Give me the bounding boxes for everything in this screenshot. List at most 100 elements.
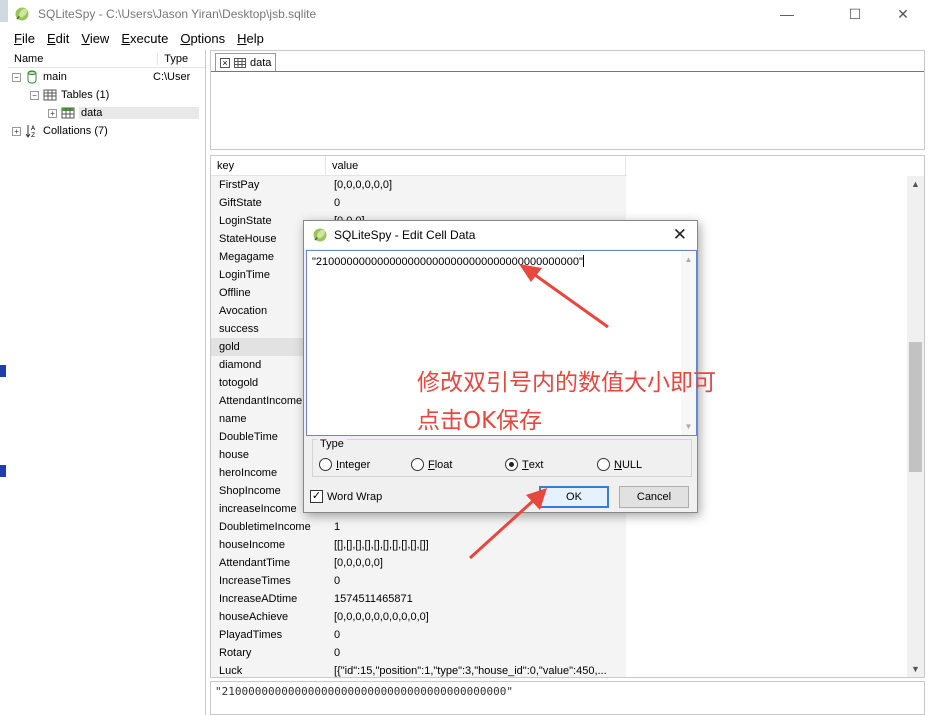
maximize-button[interactable]: ☐ [832, 0, 878, 28]
cell-key[interactable]: houseIncome [211, 536, 326, 554]
table-row[interactable]: GiftState 0 [211, 194, 627, 212]
cell-key[interactable]: PlayadTimes [211, 626, 326, 644]
tab-data[interactable]: × data [215, 53, 277, 71]
cancel-button[interactable]: Cancel [619, 486, 689, 508]
grid-col-value[interactable]: value [326, 156, 626, 175]
tree-col-type[interactable]: Type [157, 52, 205, 65]
cell-key[interactable]: DoubletimeIncome [211, 518, 326, 536]
cell-value[interactable]: [[],[],[],[],[],[],[],[],[],[]] [326, 536, 626, 554]
scroll-up-icon[interactable]: ▲ [681, 255, 696, 264]
radio-dot-checked[interactable] [505, 458, 518, 471]
table-row[interactable]: PlayadTimes 0 [211, 626, 627, 644]
background-window-mark [0, 465, 6, 477]
cell-preview[interactable]: "210000000000000000000000000000000000000… [210, 681, 925, 715]
close-button[interactable]: ✕ [880, 0, 926, 28]
menu-file[interactable]: File [8, 31, 41, 46]
table-row[interactable]: houseAchieve [0,0,0,0,0,0,0,0,0,0] [211, 608, 627, 626]
cell-value[interactable]: 1 [326, 518, 626, 536]
radio-dot[interactable] [597, 458, 610, 471]
cell-value[interactable]: 1574511465871 [326, 590, 626, 608]
cell-key[interactable]: IncreaseADtime [211, 590, 326, 608]
radio-dot[interactable] [411, 458, 424, 471]
cell-value[interactable]: 0 [326, 572, 626, 590]
minimize-button[interactable]: — [764, 0, 810, 28]
cell-value[interactable]: 0 [326, 194, 626, 212]
scroll-down-icon[interactable]: ▼ [681, 422, 696, 431]
cell-value[interactable]: [0,0,0,0,0,0] [326, 176, 626, 194]
close-icon: ✕ [897, 5, 909, 22]
menu-edit[interactable]: Edit [41, 31, 75, 46]
cell-key[interactable]: GiftState [211, 194, 326, 212]
text-caret [582, 255, 584, 267]
table-row[interactable]: Luck [{"id":15,"position":1,"type":3,"hou… [211, 662, 627, 677]
expand-icon[interactable]: + [48, 108, 57, 118]
menu-help[interactable]: Help [231, 31, 270, 46]
grid-col-key[interactable]: key [211, 156, 326, 175]
expand-icon[interactable]: + [12, 126, 21, 136]
cell-key[interactable]: houseAchieve [211, 608, 326, 626]
radio-float[interactable]: Float [411, 458, 452, 471]
cell-key[interactable]: IncreaseTimes [211, 572, 326, 590]
tree-header: Name Type [8, 50, 205, 68]
table-row[interactable]: IncreaseADtime 1574511465871 [211, 590, 627, 608]
table-row[interactable]: IncreaseTimes 0 [211, 572, 627, 590]
scroll-up-icon[interactable]: ▲ [907, 176, 924, 193]
checkmark-icon[interactable]: ✓ [310, 490, 323, 503]
grid-header: key value [211, 156, 627, 176]
background-window-bar [0, 0, 8, 22]
dialog-close-icon[interactable]: ✕ [673, 225, 687, 245]
radio-dot[interactable] [319, 458, 332, 471]
menu-options[interactable]: Options [174, 31, 231, 46]
sqlitespy-feather-icon [313, 228, 327, 242]
menu-bar: File Edit View Execute Options Help [8, 28, 929, 48]
dialog-title-bar: SQLiteSpy - Edit Cell Data ✕ [304, 221, 697, 249]
background-window-strip [0, 0, 8, 715]
table-row[interactable]: AttendantTime [0,0,0,0,0] [211, 554, 627, 572]
cell-key[interactable]: FirstPay [211, 176, 326, 194]
title-bar: SQLiteSpy - C:\Users\Jason Yiran\Desktop… [8, 0, 929, 28]
tables-icon [43, 89, 57, 101]
tree-node-data[interactable]: + data [8, 104, 205, 122]
table-row[interactable]: houseIncome [[],[],[],[],[],[],[],[],[],[… [211, 536, 627, 554]
menu-view[interactable]: View [75, 31, 115, 46]
tree-col-name[interactable]: Name [8, 53, 157, 65]
cell-value[interactable]: 0 [326, 626, 626, 644]
word-wrap-checkbox[interactable]: ✓ Word Wrap [310, 490, 382, 503]
radio-null[interactable]: N ULL [597, 458, 642, 471]
tree-node-tables[interactable]: − Tables (1) [8, 86, 205, 104]
table-row[interactable]: Rotary 0 [211, 644, 627, 662]
annotation-line-2: 点击OK保存 [417, 408, 543, 434]
table-row[interactable]: FirstPay [0,0,0,0,0,0] [211, 176, 627, 194]
cell-value[interactable]: [0,0,0,0,0,0,0,0,0,0] [326, 608, 626, 626]
ok-button[interactable]: OK [539, 486, 609, 508]
editor-scrollbar[interactable]: ▲ ▼ [681, 251, 696, 435]
tree-node-main[interactable]: − main C:\User [8, 68, 205, 86]
scroll-thumb[interactable] [909, 342, 922, 472]
window-title: SQLiteSpy - C:\Users\Jason Yiran\Desktop… [38, 7, 317, 21]
tree-node-collations[interactable]: + AZ Collations (7) [8, 122, 205, 140]
word-wrap-label: Word Wrap [327, 490, 383, 503]
maximize-icon: ☐ [848, 5, 862, 22]
radio-text[interactable]: Text [505, 458, 543, 471]
sql-editor-pane[interactable]: × data [210, 50, 925, 150]
cell-value[interactable]: [{"id":15,"position":1,"type":3,"house_i… [326, 662, 626, 677]
cell-key[interactable]: AttendantTime [211, 554, 326, 572]
radio-integer[interactable]: Integer [319, 458, 370, 471]
collapse-icon[interactable]: − [12, 72, 21, 82]
table-icon [234, 57, 246, 68]
cell-key[interactable]: Rotary [211, 644, 326, 662]
cell-key[interactable]: Luck [211, 662, 326, 677]
database-icon [27, 70, 37, 84]
type-legend: Type [317, 438, 347, 450]
close-tab-icon[interactable]: × [220, 57, 230, 68]
svg-text:Z: Z [31, 132, 35, 138]
table-row[interactable]: DoubletimeIncome 1 [211, 518, 627, 536]
collapse-icon[interactable]: − [30, 90, 39, 100]
cell-value[interactable]: [0,0,0,0,0] [326, 554, 626, 572]
table-icon [61, 107, 75, 119]
cell-value[interactable]: 0 [326, 644, 626, 662]
menu-execute[interactable]: Execute [115, 31, 174, 46]
cell-value-text[interactable]: "210000000000000000000000000000000000000… [312, 255, 584, 268]
grid-scrollbar[interactable]: ▲ ▼ [907, 176, 924, 677]
scroll-down-icon[interactable]: ▼ [907, 661, 924, 677]
